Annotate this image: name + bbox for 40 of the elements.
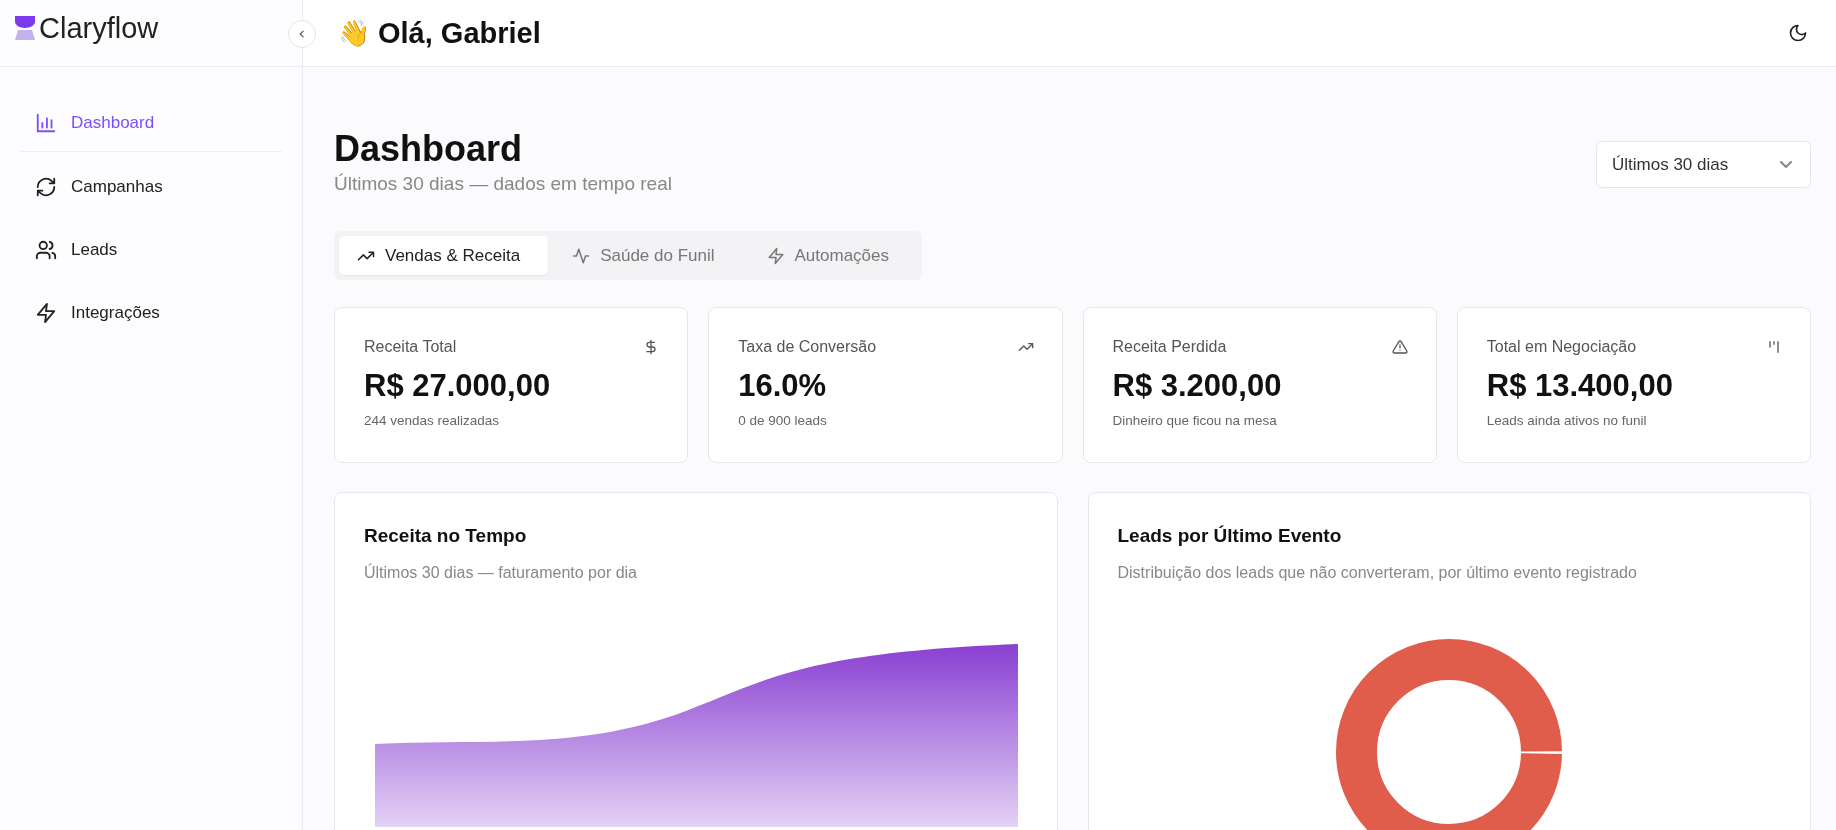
stat-value: 16.0%: [738, 368, 828, 404]
users-icon: [35, 239, 57, 261]
lightning-icon: [35, 302, 57, 324]
chart-title: Receita no Tempo: [364, 525, 528, 547]
stat-label: Taxa de Conversão: [738, 338, 877, 356]
stat-value: R$ 3.200,00: [1112, 368, 1283, 404]
warning-icon: [1391, 339, 1408, 355]
tab[interactable]: Saúde do Funil: [554, 236, 743, 275]
dark-mode-icon[interactable]: [1788, 23, 1808, 43]
stat-label: Receita Perdida: [1112, 338, 1227, 356]
bars-icon: [1766, 339, 1782, 355]
stat-label: Receita Total: [364, 338, 457, 356]
lightning-icon: [766, 246, 785, 265]
stat-note: Dinheiro que ficou na mesa: [1112, 413, 1278, 428]
pulse-icon: [572, 246, 591, 265]
refresh-icon: [35, 176, 57, 198]
page-subtitle: Últimos 30 dias — dados em tempo real: [334, 173, 672, 195]
sidebar-item[interactable]: Leads: [20, 228, 282, 272]
chart-subtitle: Últimos 30 dias — faturamento por dia: [364, 564, 638, 582]
chart-subtitle: Distribuição dos leads que não converteram, por último evento registrado: [1117, 564, 1638, 582]
stat-note: Leads ainda ativos no funil: [1486, 413, 1648, 428]
tab[interactable]: Vendas & Receita: [339, 236, 549, 275]
tab[interactable]: Automações: [748, 236, 918, 275]
chart-title: Leads por Último Evento: [1117, 525, 1343, 547]
stat-value: R$ 13.400,00: [1486, 368, 1674, 404]
stat-note: 244 vendas realizadas: [364, 413, 501, 428]
brand-name: Claryflow: [39, 13, 159, 43]
stat-value: R$ 27.000,00: [364, 368, 552, 404]
sidebar-item[interactable]: Dashboard: [20, 101, 282, 145]
page-title: Dashboard: [334, 127, 524, 171]
sidebar-item[interactable]: Campanhas: [20, 165, 282, 209]
stat-label: Total em Negociação: [1486, 338, 1637, 356]
waving-hand-icon: 👋: [338, 20, 370, 46]
chevron-down-icon: [1780, 161, 1792, 168]
sidebar-item[interactable]: Integrações: [20, 291, 282, 335]
stat-note: 0 de 900 leads: [738, 413, 828, 428]
period-dropdown[interactable]: Últimos 30 dias: [1596, 141, 1811, 188]
greeting: Olá, Gabriel: [378, 16, 541, 50]
logo-icon: [15, 16, 35, 40]
bar-chart-icon: [35, 112, 57, 134]
